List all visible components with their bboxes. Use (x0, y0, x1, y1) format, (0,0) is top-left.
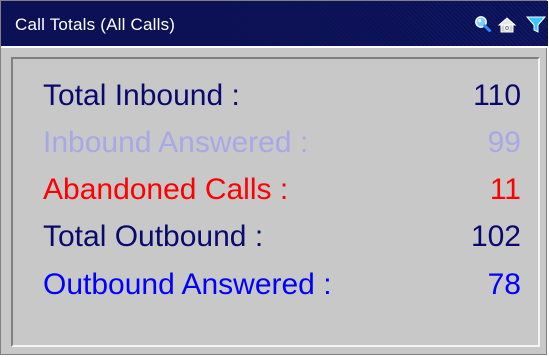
stat-row-outbound-answered: Outbound Answered : 78 (43, 265, 521, 305)
stat-value: 78 (487, 268, 521, 301)
stat-label: Total Outbound : (43, 220, 264, 253)
stat-row-total-outbound: Total Outbound : 102 (43, 217, 521, 257)
stat-value: 102 (470, 220, 521, 253)
stat-value: 11 (489, 173, 521, 206)
stat-value: 99 (487, 126, 521, 159)
stat-label: Abandoned Calls : (43, 173, 289, 206)
totals-content: Total Inbound : 110 Inbound Answered : 9… (11, 57, 540, 347)
stat-row-abandoned-calls: Abandoned Calls : 11 (43, 170, 521, 210)
filter-icon[interactable] (525, 13, 547, 35)
settings-icon[interactable] (496, 13, 518, 35)
panel-title: Call Totals (All Calls) (15, 15, 176, 34)
stat-row-inbound-answered: Inbound Answered : 99 (43, 123, 521, 163)
call-totals-panel: Call Totals (All Calls) Total Inbound: … (0, 0, 548, 355)
search-icon[interactable] (472, 13, 494, 35)
stat-label: Total Inbound : (43, 79, 240, 112)
stat-label: Outbound Answered : (43, 268, 332, 301)
panel-titlebar: Call Totals (All Calls) (1, 1, 548, 48)
stat-value: 110 (473, 79, 521, 112)
stat-row-total-inbound: Total Inbound : 110 (43, 76, 521, 116)
stat-label: Inbound Answered : (43, 126, 309, 159)
